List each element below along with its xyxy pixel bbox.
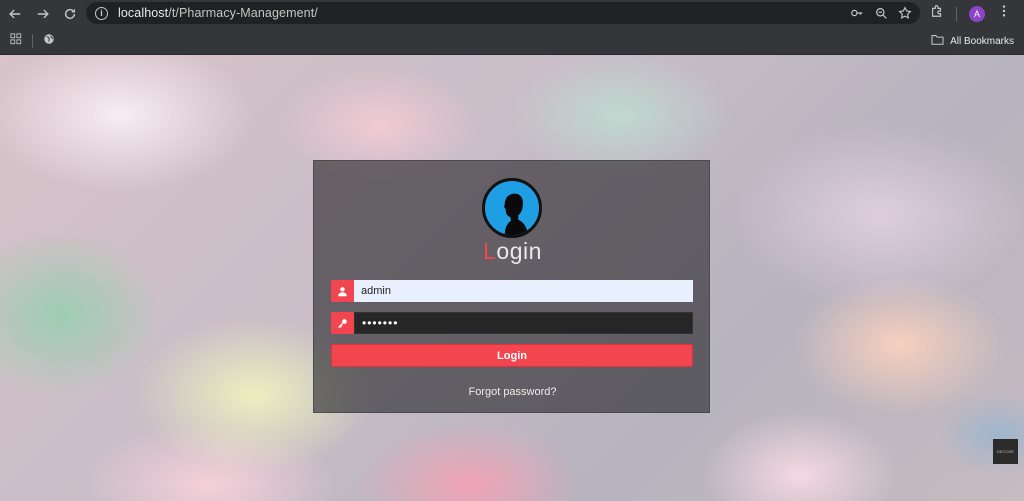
- login-card: Login Login Forgot password?: [313, 160, 710, 413]
- url-text[interactable]: localhost/t/Pharmacy-Management/: [118, 6, 318, 20]
- user-silhouette-logo: [482, 178, 542, 238]
- profile-avatar[interactable]: A: [969, 5, 985, 22]
- reload-icon[interactable]: [59, 3, 81, 25]
- bookmarks-divider: [32, 33, 33, 48]
- apps-grid-icon[interactable]: [10, 32, 22, 50]
- password-input[interactable]: [354, 312, 693, 334]
- info-icon[interactable]: i: [95, 6, 108, 20]
- login-title: Login: [483, 238, 542, 264]
- password-field: [331, 312, 693, 334]
- key-field-icon: [331, 312, 354, 334]
- globe-icon[interactable]: [43, 32, 55, 50]
- page-background: Login Login Forgot password? DECODE: [0, 55, 1024, 501]
- watermark-logo: DECODE: [993, 439, 1018, 464]
- menu-icon[interactable]: [997, 4, 1011, 23]
- all-bookmarks-button[interactable]: All Bookmarks: [950, 36, 1014, 47]
- folder-icon: [931, 32, 944, 50]
- key-icon[interactable]: [850, 6, 864, 20]
- star-icon[interactable]: [898, 6, 912, 20]
- toolbar-divider: [956, 6, 957, 21]
- browser-toolbar: i localhost/t/Pharmacy-Management/ A: [0, 0, 1024, 27]
- bookmarks-bar: All Bookmarks: [0, 27, 1024, 55]
- address-bar[interactable]: i localhost/t/Pharmacy-Management/: [86, 2, 920, 24]
- login-button[interactable]: Login: [331, 344, 693, 367]
- zoom-icon[interactable]: [874, 6, 888, 20]
- extensions-icon[interactable]: [930, 4, 944, 23]
- username-field: [331, 280, 693, 302]
- forgot-password-link[interactable]: Forgot password?: [314, 386, 711, 398]
- username-input[interactable]: [354, 280, 693, 302]
- back-arrow-icon[interactable]: [4, 3, 26, 25]
- user-icon: [331, 280, 354, 302]
- forward-arrow-icon[interactable]: [32, 3, 54, 25]
